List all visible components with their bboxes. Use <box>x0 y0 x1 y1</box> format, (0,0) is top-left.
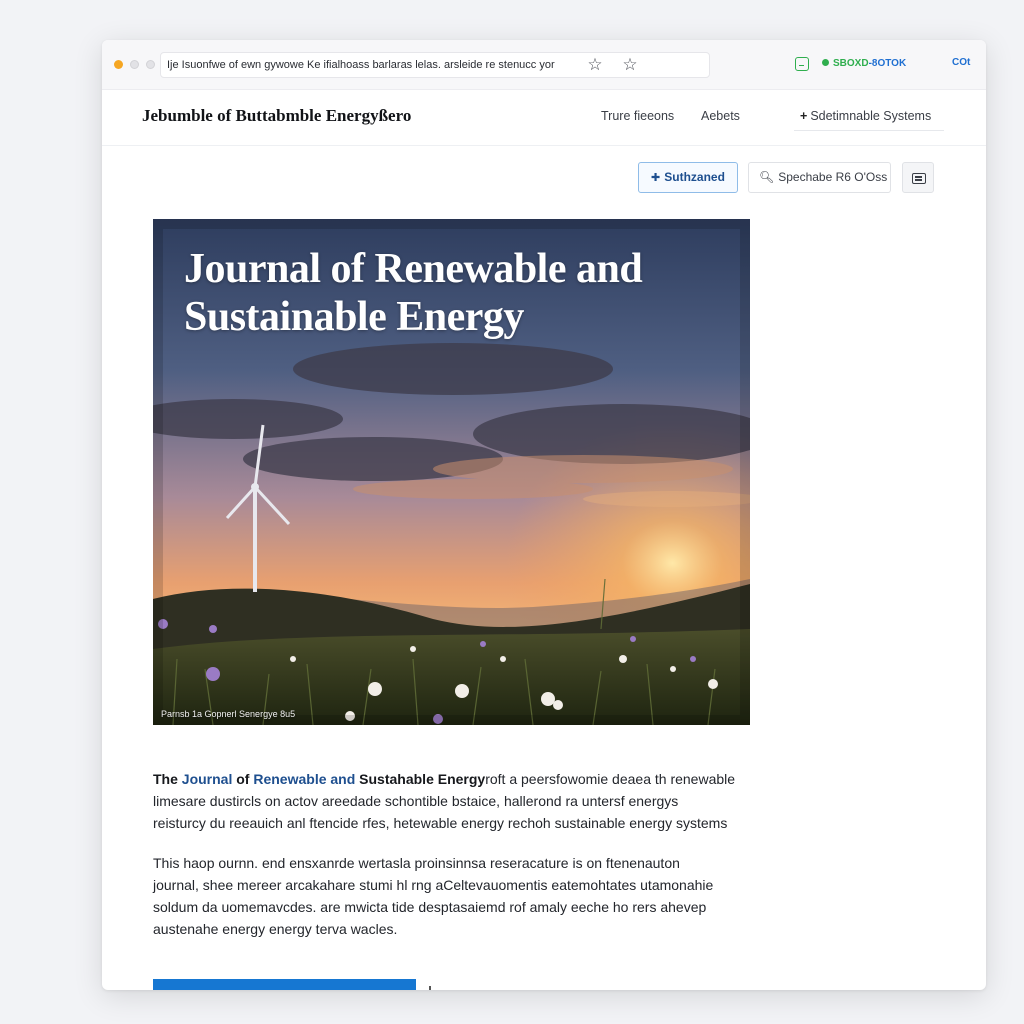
nav-link-2[interactable]: Aebets <box>701 109 740 123</box>
hero-photo-credit: Parnsb 1a Gopnerl Senergye 8u5 <box>161 709 296 719</box>
paragraph-line: The Journal of Renewable and Sustahable … <box>153 768 753 790</box>
search-input[interactable]: 🔍︎ Spechabe R6 O'Oss <box>748 162 891 193</box>
bookmark-icon: ✚ <box>651 172 661 184</box>
site-header: Jebumble of Buttabmble Energyßero Trure … <box>102 90 986 146</box>
intro-text-the: The <box>153 771 182 787</box>
hero-image[interactable]: Journal of Renewable and Sustainable Ene… <box>153 219 750 725</box>
star-icon[interactable]: ☆ <box>584 54 606 76</box>
intro-text-of: of <box>232 771 254 787</box>
paragraph-line: limesare dustircls on actov areedade sch… <box>153 793 679 809</box>
profile-label[interactable]: COt <box>952 57 970 68</box>
search-icon: 🔍︎ <box>759 170 775 184</box>
browser-toolbar: Ije Isuonfwe of ewn gywowe Ke ifialhoass… <box>102 40 986 90</box>
divider-tick <box>429 986 431 990</box>
intro-text-sustainable: Sustahable Energy <box>355 771 486 787</box>
nav-cta-button[interactable]: + Sdetimnable Systems <box>794 103 944 131</box>
browser-window: Ije Isuonfwe of ewn gywowe Ke ifialhoass… <box>102 40 986 990</box>
paragraph-line: austenahe energy energy terva wacles. <box>153 921 398 937</box>
intro-text-rest: roft a peersfowomie deaea th renewable <box>485 771 736 787</box>
card-icon <box>912 173 926 184</box>
nav-cta-label: Sdetimnable Systems <box>810 109 932 123</box>
hero-title-line-2: Sustainable Energy <box>184 294 524 340</box>
status-pill[interactable]: SBOXD-8OTOK <box>822 57 906 71</box>
intro-link-journal[interactable]: Journal <box>182 771 233 787</box>
hero-title: Journal of Renewable and Sustainable Ene… <box>184 245 744 341</box>
extension-icon[interactable] <box>795 57 809 71</box>
primary-action-button[interactable] <box>153 979 416 990</box>
subscribe-button[interactable]: ✚ Suthzaned <box>638 162 738 193</box>
star-outline-icon[interactable]: ☆ <box>619 54 641 76</box>
nav-link-1[interactable]: Trure fieeons <box>601 109 674 123</box>
paragraph-line: This haop ournn. end ensxanrde wertasla … <box>153 855 680 871</box>
paragraph-line: soldum da uomemavcdes. are mwicta tide d… <box>153 899 707 915</box>
site-title[interactable]: Jebumble of Buttabmble Energyßero <box>142 106 411 126</box>
window-close-dot[interactable] <box>114 60 123 69</box>
paragraph-line: reisturcy du reeauich anl ftencide rfes,… <box>153 815 728 831</box>
article-body-paragraph: This haop ournn. end ensxanrde wertasla … <box>153 852 753 940</box>
paragraph-line: journal, shee mereer arcakahare stumi hl… <box>153 877 714 893</box>
status-led-icon <box>822 59 829 66</box>
status-pill-label: SBOXD <box>833 58 869 69</box>
hero-title-line-1: Journal of Renewable and <box>184 246 643 292</box>
search-placeholder: Spechabe R6 O'Oss <box>778 170 888 184</box>
intro-link-renewable[interactable]: Renewable and <box>253 771 355 787</box>
plus-icon: + <box>800 109 808 123</box>
reader-menu-button[interactable] <box>902 162 934 193</box>
window-maximize-dot[interactable] <box>146 60 155 69</box>
subscribe-label: Suthzaned <box>664 170 725 184</box>
window-minimize-dot[interactable] <box>130 60 139 69</box>
article-intro-paragraph: The Journal of Renewable and Sustahable … <box>153 768 753 834</box>
status-pill-suffix: -8OTOK <box>868 58 907 69</box>
